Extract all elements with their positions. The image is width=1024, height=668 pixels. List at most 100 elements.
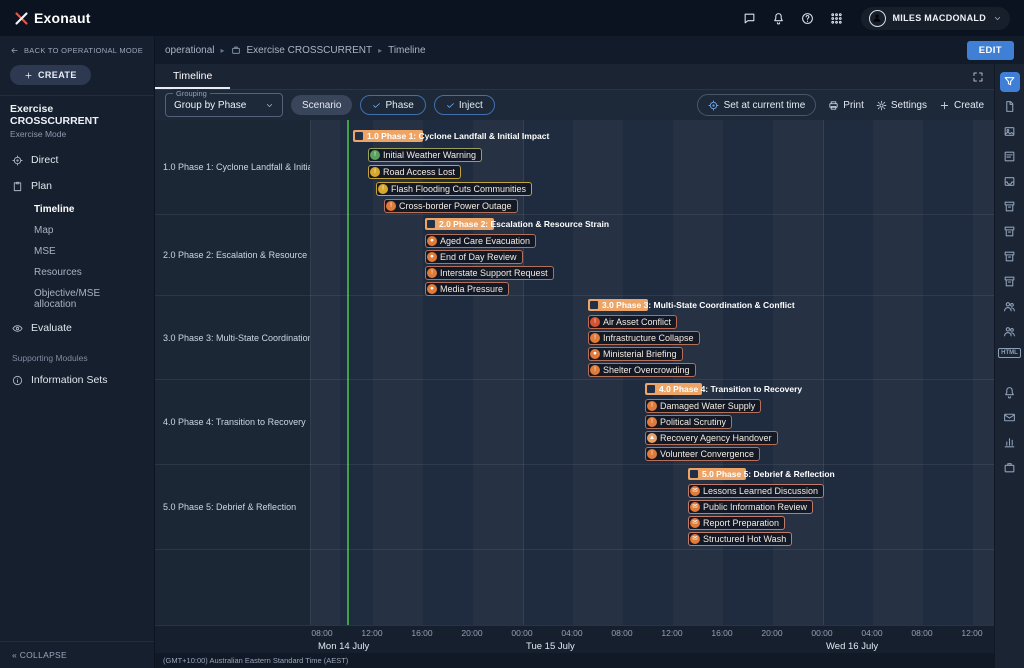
phase-bar[interactable]: 2.0 Phase 2: Escalation & Resource Strai…: [425, 218, 494, 230]
phase-bar[interactable]: 3.0 Phase 3: Multi-State Coordination & …: [588, 299, 648, 311]
tray-icon[interactable]: [1000, 172, 1020, 192]
inject-pill[interactable]: !Flash Flooding Cuts Communities: [376, 182, 532, 196]
filter-chip-inject[interactable]: Inject: [434, 95, 495, 115]
inject-pill[interactable]: !Initial Weather Warning: [368, 148, 482, 162]
inject-pill[interactable]: ✉Lessons Learned Discussion: [688, 484, 824, 498]
tab-timeline[interactable]: Timeline: [155, 64, 230, 89]
axis-day-label: Wed 16 July: [826, 641, 878, 652]
archive-icon[interactable]: [1000, 197, 1020, 217]
phase-bar[interactable]: 1.0 Phase 1: Cyclone Landfall & Initial …: [353, 130, 423, 142]
inject-pill[interactable]: !Cross-border Power Outage: [384, 199, 518, 213]
document-icon[interactable]: [1000, 97, 1020, 117]
inject-pill[interactable]: ✉Public Information Review: [688, 500, 813, 514]
sidebar-item-mse[interactable]: MSE: [0, 241, 154, 262]
sidebar-item-evaluate[interactable]: Evaluate: [0, 315, 154, 341]
sidebar-section-label: Supporting Modules: [0, 341, 154, 367]
create-inject-button[interactable]: Create: [939, 100, 984, 111]
chevron-down-icon: [265, 101, 274, 110]
inject-pill[interactable]: !Volunteer Convergence: [645, 447, 760, 461]
filter-chip-phase[interactable]: Phase: [360, 95, 425, 115]
nav-label: MSE: [34, 246, 56, 257]
inject-pill[interactable]: ▲Recovery Agency Handover: [645, 431, 778, 445]
collapse-sidebar-button[interactable]: « COLLAPSE: [0, 641, 154, 668]
sidebar-item-information-sets[interactable]: Information Sets: [0, 367, 154, 393]
inject-pill[interactable]: ●Aged Care Evacuation: [425, 234, 536, 248]
sidebar-item-direct[interactable]: Direct: [0, 147, 154, 173]
create-button[interactable]: CREATE: [10, 65, 91, 85]
phase-bar[interactable]: 5.0 Phase 5: Debrief & Reflection: [688, 468, 746, 480]
timeline-group-row: 3.0 Phase 3: Multi-State Coordination...…: [155, 296, 994, 380]
sidebar-item-resources[interactable]: Resources: [0, 262, 154, 283]
inject-pill[interactable]: !Damaged Water Supply: [645, 399, 761, 413]
users-icon[interactable]: [1000, 297, 1020, 317]
mail-inject-icon: ✉: [690, 486, 700, 496]
inject-pill[interactable]: ✉Report Preparation: [688, 516, 785, 530]
grouping-select[interactable]: Grouping Group by Phase: [165, 93, 283, 117]
help-icon[interactable]: [801, 12, 814, 25]
inject-pill[interactable]: ●Media Pressure: [425, 282, 509, 296]
phase-bar-label: 5.0 Phase 5: Debrief & Reflection: [702, 468, 835, 480]
apps-icon[interactable]: [830, 12, 843, 25]
users-icon-2[interactable]: [1000, 322, 1020, 342]
axis-hour-label: 20:00: [761, 628, 782, 638]
timeline-group-label[interactable]: 5.0 Phase 5: Debrief & Reflection: [155, 465, 310, 549]
notifications-icon[interactable]: [1000, 382, 1020, 402]
filter-icon[interactable]: [1000, 72, 1020, 92]
fullscreen-icon[interactable]: [972, 71, 984, 83]
inject-pill[interactable]: !Interstate Support Request: [425, 266, 554, 280]
axis-hour-label: 20:00: [461, 628, 482, 638]
html-icon[interactable]: HTML: [998, 348, 1021, 358]
inject-pill[interactable]: ●End of Day Review: [425, 250, 523, 264]
timeline-group-label[interactable]: 1.0 Phase 1: Cyclone Landfall & Initia..…: [155, 120, 310, 214]
back-to-operational-mode-button[interactable]: BACK TO OPERATIONAL MODE: [0, 36, 154, 61]
print-button[interactable]: Print: [828, 100, 864, 111]
inject-pill[interactable]: !Infrastructure Collapse: [588, 331, 700, 345]
briefcase-icon[interactable]: [1000, 457, 1020, 477]
sidebar-item-timeline[interactable]: Timeline: [0, 199, 154, 220]
timeline-rows: 1.0 Phase 1: Cyclone Landfall & Initia..…: [155, 120, 994, 625]
inject-pill[interactable]: !Shelter Overcrowding: [588, 363, 696, 377]
settings-button[interactable]: Settings: [876, 100, 927, 111]
phase-bar[interactable]: 4.0 Phase 4: Transition to Recovery: [645, 383, 702, 395]
breadcrumb-root[interactable]: operational: [165, 45, 214, 56]
panel-icon[interactable]: [1000, 147, 1020, 167]
breadcrumb-exercise[interactable]: Exercise CROSSCURRENT: [247, 45, 373, 56]
timeline-group-row: 1.0 Phase 1: Cyclone Landfall & Initia..…: [155, 120, 994, 215]
notifications-icon[interactable]: [772, 12, 785, 25]
chevrons-left-icon: «: [12, 650, 17, 660]
set-at-current-time-button[interactable]: Set at current time: [697, 94, 817, 116]
archive-icon-2[interactable]: [1000, 222, 1020, 242]
sidebar-item-plan[interactable]: Plan: [0, 173, 154, 199]
inject-pill[interactable]: !Air Asset Conflict: [588, 315, 677, 329]
timeline-group-label[interactable]: 2.0 Phase 2: Escalation & Resource S...: [155, 215, 310, 295]
report-icon[interactable]: [1000, 432, 1020, 452]
inject-label: Shelter Overcrowding: [603, 365, 690, 375]
grouping-value: Group by Phase: [174, 100, 246, 111]
time-axis: 08:0012:0016:0020:0000:0004:0008:0012:00…: [155, 625, 994, 653]
archive-icon-4[interactable]: [1000, 272, 1020, 292]
check-icon: [446, 101, 455, 110]
archive-icon-3[interactable]: [1000, 247, 1020, 267]
edit-button[interactable]: EDIT: [967, 41, 1014, 60]
timeline-group-label[interactable]: 4.0 Phase 4: Transition to Recovery: [155, 380, 310, 464]
filter-chips: Scenario Phase Inject: [291, 95, 495, 115]
image-icon[interactable]: [1000, 122, 1020, 142]
chat-icon[interactable]: [743, 12, 756, 25]
sidebar-nav: DirectPlanTimelineMap MSE ResourcesObjecti…: [0, 147, 154, 393]
inject-pill[interactable]: ✉Structured Hot Wash: [688, 532, 792, 546]
mail-icon[interactable]: [1000, 407, 1020, 427]
phase-bar-label: 1.0 Phase 1: Cyclone Landfall & Initial …: [367, 130, 549, 142]
exonaut-logo-icon: [14, 11, 29, 26]
sidebar-item-map[interactable]: Map: [0, 220, 154, 241]
timeline-group-label[interactable]: 3.0 Phase 3: Multi-State Coordination...: [155, 296, 310, 379]
app-title: Exonaut: [34, 10, 91, 26]
inject-pill[interactable]: ●Ministerial Briefing: [588, 347, 683, 361]
topbar-icons: [743, 12, 843, 25]
user-menu[interactable]: MILES MACDONALD: [861, 7, 1011, 30]
inject-pill[interactable]: !Road Access Lost: [368, 165, 461, 179]
filter-chip-scenario[interactable]: Scenario: [291, 95, 352, 115]
nav-label: Evaluate: [31, 322, 72, 334]
inject-pill[interactable]: !Political Scrutiny: [645, 415, 732, 429]
alert-inject-icon: !: [590, 333, 600, 343]
sidebar-item-objective-mse-allocation[interactable]: Objective/MSE allocation: [0, 283, 154, 315]
